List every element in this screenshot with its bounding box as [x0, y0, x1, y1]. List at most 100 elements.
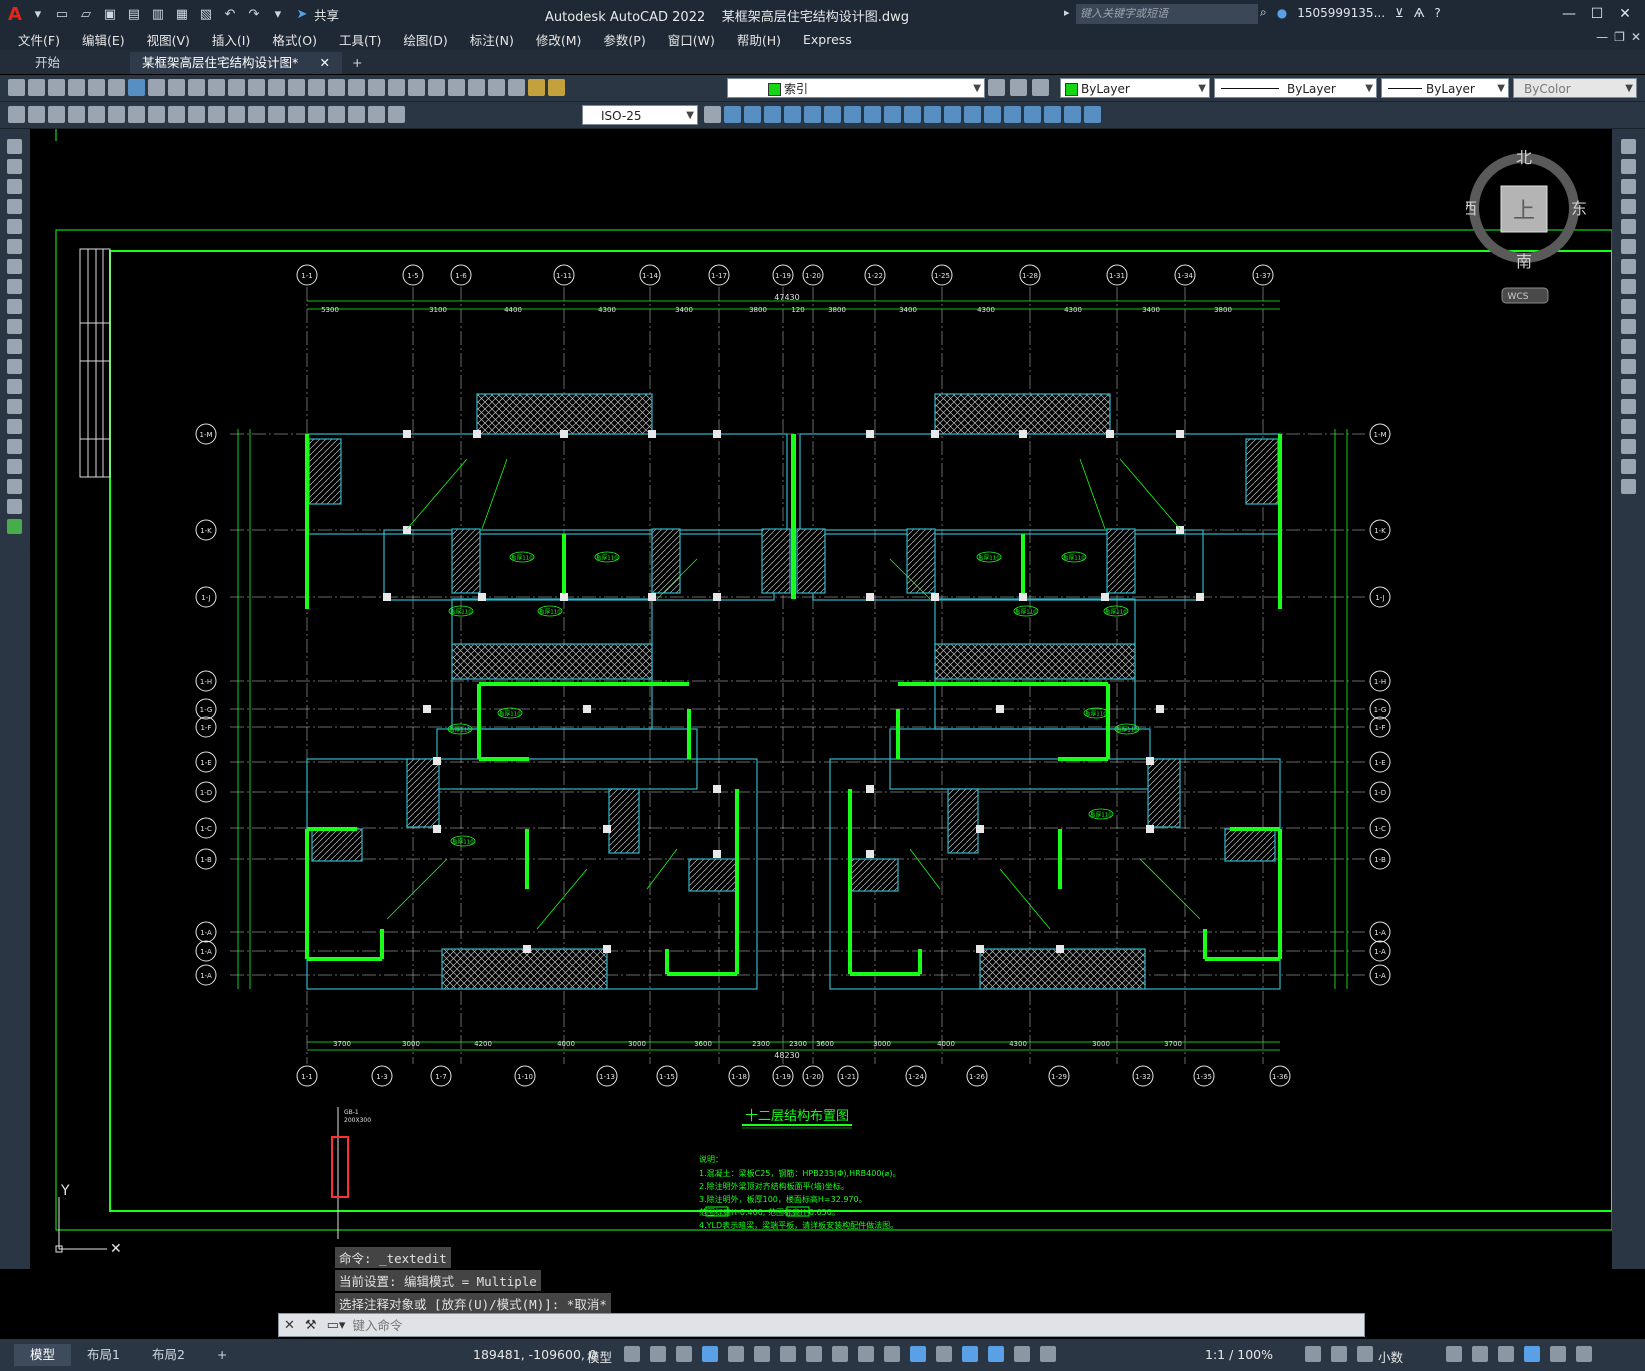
- plotstyle-combo[interactable]: ByColor ▼: [1513, 78, 1637, 98]
- dim-style-icon[interactable]: [704, 106, 721, 123]
- blend-icon[interactable]: [1621, 459, 1636, 474]
- layer-manager-icon[interactable]: [508, 79, 525, 96]
- undo-icon[interactable]: ↶: [221, 5, 239, 23]
- block-editor-icon[interactable]: [228, 79, 245, 96]
- compass-west[interactable]: 西: [1461, 199, 1477, 218]
- polyline-icon[interactable]: [7, 179, 22, 194]
- save-as-icon[interactable]: ▤: [125, 5, 143, 23]
- coordinate-readout[interactable]: 189481, -109600, 0: [473, 1347, 597, 1362]
- dynamic-ucs-icon[interactable]: [936, 1346, 952, 1362]
- scale-side-icon[interactable]: [1621, 279, 1636, 294]
- tab-start[interactable]: 开始: [0, 52, 130, 74]
- move-icon[interactable]: [824, 106, 841, 123]
- dim-break-icon[interactable]: [248, 106, 265, 123]
- new-tab-icon[interactable]: +: [342, 52, 372, 74]
- copy-side-icon[interactable]: [1621, 159, 1636, 174]
- array-icon[interactable]: [804, 106, 821, 123]
- offset-side-icon[interactable]: [1621, 199, 1636, 214]
- help-icon[interactable]: ?: [1434, 6, 1440, 20]
- command-input[interactable]: [350, 1316, 1255, 1334]
- share-label[interactable]: 共享: [314, 5, 339, 24]
- make-current-icon[interactable]: [988, 79, 1005, 96]
- recent-commands-icon[interactable]: ▭▾: [327, 1318, 346, 1333]
- inspection-icon[interactable]: [308, 106, 325, 123]
- gradient-icon[interactable]: [7, 439, 22, 454]
- dim-baseline-icon[interactable]: [188, 106, 205, 123]
- menu-view[interactable]: 视图(V): [136, 30, 201, 49]
- color-combo[interactable]: ByLayer ▼: [1060, 78, 1210, 98]
- dim-radius-icon[interactable]: [88, 106, 105, 123]
- dim-ordinate-icon[interactable]: [68, 106, 85, 123]
- dim-angular-icon[interactable]: [148, 106, 165, 123]
- extend-side-icon[interactable]: [1621, 339, 1636, 354]
- tool-palettes-icon[interactable]: [408, 79, 425, 96]
- quick-properties-icon[interactable]: [1446, 1346, 1462, 1362]
- maximize-icon[interactable]: ☐: [1583, 2, 1611, 26]
- cut-icon[interactable]: [148, 79, 165, 96]
- dropdown-chevron-icon[interactable]: ▾: [29, 5, 47, 23]
- share-icon[interactable]: ➤: [293, 5, 311, 23]
- workspace-gear-icon[interactable]: [1305, 1346, 1321, 1362]
- cart-icon[interactable]: ⊻: [1395, 6, 1404, 20]
- construction-line-icon[interactable]: [7, 159, 22, 174]
- menu-window[interactable]: 窗口(W): [657, 30, 726, 49]
- menu-help[interactable]: 帮助(H): [726, 30, 792, 49]
- open-web-icon[interactable]: ▥: [149, 5, 167, 23]
- copy-object-icon[interactable]: [744, 106, 761, 123]
- revcloud-icon[interactable]: [7, 279, 22, 294]
- redo-tool-icon[interactable]: [268, 79, 285, 96]
- line-icon[interactable]: [7, 139, 22, 154]
- compass-north[interactable]: 北: [1516, 148, 1532, 167]
- mtext-icon[interactable]: [7, 499, 22, 514]
- quick-access-menu-icon[interactable]: ▾: [269, 5, 287, 23]
- menu-format[interactable]: 格式(O): [261, 30, 328, 49]
- save-web-icon[interactable]: ▦: [173, 5, 191, 23]
- design-center-icon[interactable]: [388, 79, 405, 96]
- osnap-icon[interactable]: [806, 1346, 822, 1362]
- send-back-icon[interactable]: [1084, 106, 1101, 123]
- markup-icon[interactable]: [448, 79, 465, 96]
- 3d-osnap-icon[interactable]: [910, 1346, 926, 1362]
- dim-linear-icon[interactable]: [8, 106, 25, 123]
- explode-icon[interactable]: [1024, 106, 1041, 123]
- snap-icon[interactable]: [650, 1346, 666, 1362]
- fillet-icon[interactable]: [1004, 106, 1021, 123]
- break-point-icon[interactable]: [1621, 359, 1636, 374]
- circle-icon[interactable]: [7, 259, 22, 274]
- point-icon[interactable]: [7, 399, 22, 414]
- dim-text-edit-icon[interactable]: [368, 106, 385, 123]
- rectangle-icon[interactable]: [7, 219, 22, 234]
- tab-model[interactable]: 模型: [14, 1344, 72, 1366]
- annotation-scale-icon[interactable]: [1040, 1346, 1056, 1362]
- polar-icon[interactable]: [728, 1346, 744, 1362]
- mirror-side-icon[interactable]: [1621, 179, 1636, 194]
- qnew-icon[interactable]: [8, 79, 25, 96]
- new-file-icon[interactable]: ▭: [53, 5, 71, 23]
- join-side-icon[interactable]: [1621, 399, 1636, 414]
- stretch-side-icon[interactable]: [1621, 299, 1636, 314]
- layer-previous-icon[interactable]: [1010, 79, 1027, 96]
- user-icon[interactable]: ●: [1277, 6, 1287, 20]
- menu-parametric[interactable]: 参数(P): [592, 30, 656, 49]
- quick-dim-icon[interactable]: [168, 106, 185, 123]
- plot-tool-icon[interactable]: [68, 79, 85, 96]
- lineweight-icon[interactable]: [832, 1346, 848, 1362]
- compass-south[interactable]: 南: [1516, 252, 1532, 271]
- make-block-icon[interactable]: [7, 379, 22, 394]
- rotate-side-icon[interactable]: [1621, 259, 1636, 274]
- zoom-realtime-icon[interactable]: [308, 79, 325, 96]
- selection-filter-icon[interactable]: [962, 1346, 978, 1362]
- isolate-objects-icon[interactable]: [1498, 1346, 1514, 1362]
- dim-diameter-icon[interactable]: [128, 106, 145, 123]
- layer-on-icon[interactable]: [528, 79, 545, 96]
- auto-scale-icon[interactable]: [1014, 1346, 1030, 1362]
- infer-icon[interactable]: [676, 1346, 692, 1362]
- undo-tool-icon[interactable]: [248, 79, 265, 96]
- dimstyle-combo[interactable]: ISO-25 ▼: [582, 105, 698, 125]
- dim-continue-icon[interactable]: [208, 106, 225, 123]
- layer-states-icon[interactable]: [1032, 79, 1049, 96]
- autocad-logo-icon[interactable]: A: [8, 4, 22, 25]
- lock-ui-icon[interactable]: [1472, 1346, 1488, 1362]
- array-side-icon[interactable]: [1621, 219, 1636, 234]
- tab-layout1[interactable]: 布局1: [71, 1344, 136, 1366]
